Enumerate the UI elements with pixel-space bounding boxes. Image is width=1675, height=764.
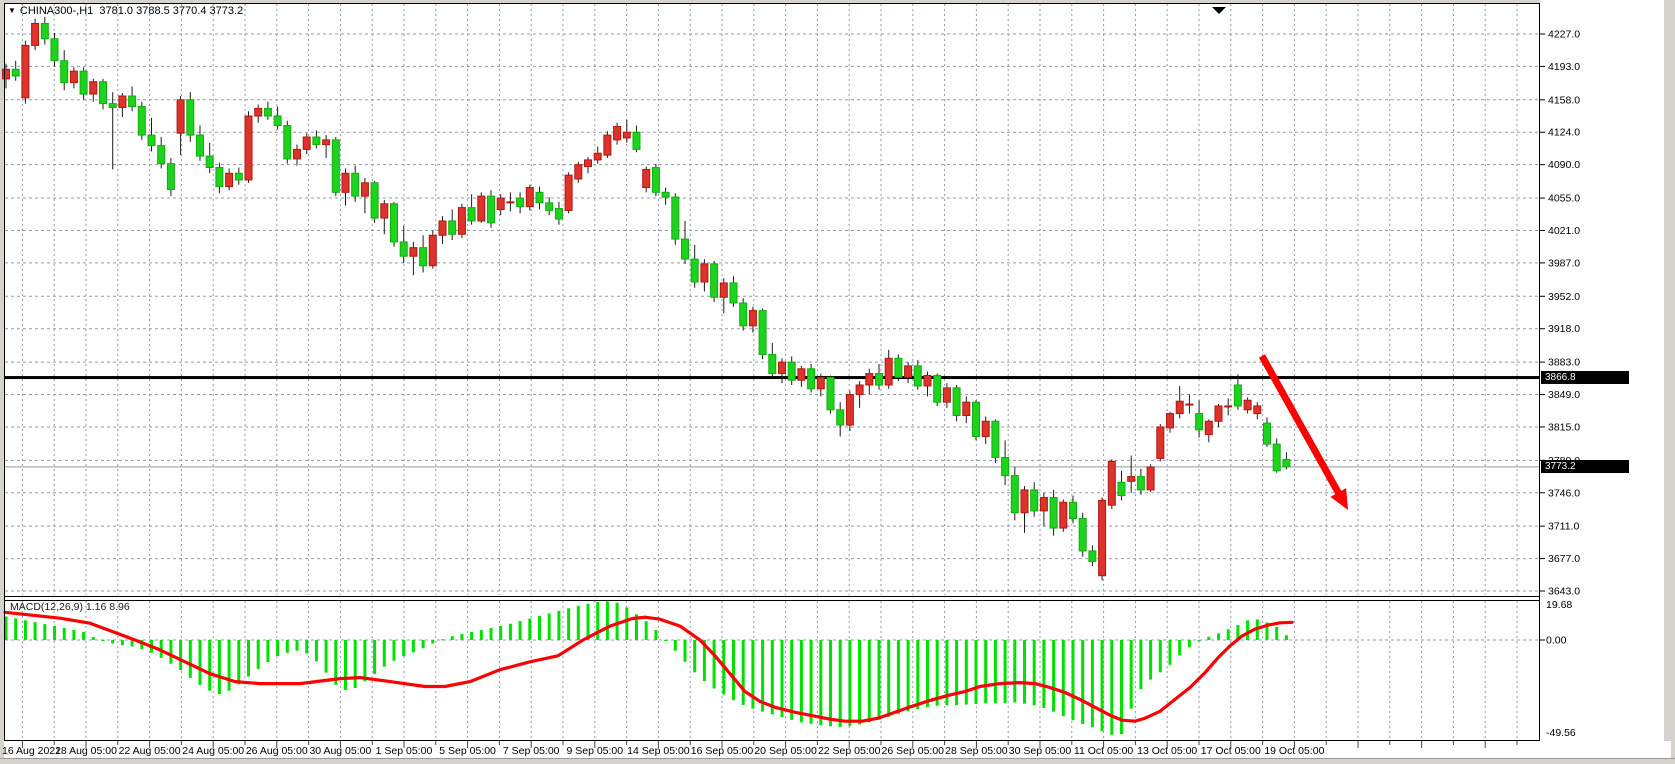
svg-text:5 Sep 05:00: 5 Sep 05:00 [439, 745, 496, 757]
svg-text:3711.0: 3711.0 [1548, 521, 1579, 533]
svg-text:20 Sep 05:00: 20 Sep 05:00 [754, 745, 817, 757]
svg-text:19.68: 19.68 [1546, 599, 1572, 611]
svg-text:3918.0: 3918.0 [1548, 323, 1580, 335]
svg-text:3987.0: 3987.0 [1548, 257, 1580, 269]
svg-text:14 Sep 05:00: 14 Sep 05:00 [627, 745, 690, 757]
svg-text:18 Aug 05:00: 18 Aug 05:00 [55, 745, 117, 757]
svg-text:19 Oct 05:00: 19 Oct 05:00 [1264, 745, 1324, 757]
svg-text:1 Sep 05:00: 1 Sep 05:00 [376, 745, 433, 757]
svg-text:13 Oct 05:00: 13 Oct 05:00 [1137, 745, 1197, 757]
svg-text:26 Aug 05:00: 26 Aug 05:00 [246, 745, 308, 757]
resistance-price-badge: 3866.8 [1541, 371, 1629, 384]
svg-text:3746.0: 3746.0 [1548, 487, 1580, 499]
svg-text:30 Sep 05:00: 30 Sep 05:00 [1009, 745, 1072, 757]
svg-text:4158.0: 4158.0 [1548, 94, 1580, 106]
svg-text:3883.0: 3883.0 [1548, 357, 1580, 369]
bid-price-badge: 3773.2 [1541, 460, 1629, 473]
svg-text:11 Oct 05:00: 11 Oct 05:00 [1074, 745, 1134, 757]
svg-text:0.00: 0.00 [1546, 635, 1567, 647]
macd-values-label: 1.16 8.96 [86, 601, 130, 613]
svg-text:3677.0: 3677.0 [1548, 553, 1580, 565]
svg-text:16 Sep 05:00: 16 Sep 05:00 [691, 745, 754, 757]
svg-text:16 Aug 2022: 16 Aug 2022 [2, 745, 61, 757]
svg-text:4124.0: 4124.0 [1548, 127, 1580, 139]
svg-text:4021.0: 4021.0 [1548, 225, 1580, 237]
svg-text:-49.56: -49.56 [1546, 727, 1576, 739]
svg-text:3952.0: 3952.0 [1548, 291, 1580, 303]
svg-text:9 Sep 05:00: 9 Sep 05:00 [566, 745, 623, 757]
svg-text:4227.0: 4227.0 [1548, 29, 1580, 41]
svg-text:22 Sep 05:00: 22 Sep 05:00 [818, 745, 881, 757]
svg-text:7 Sep 05:00: 7 Sep 05:00 [503, 745, 560, 757]
svg-text:3849.0: 3849.0 [1548, 389, 1580, 401]
macd-indicator-label: MACD(12,26,9) 1.16 8.96 [10, 601, 130, 613]
svg-text:3815.0: 3815.0 [1548, 421, 1580, 433]
svg-text:28 Sep 05:00: 28 Sep 05:00 [945, 745, 1008, 757]
svg-text:26 Sep 05:00: 26 Sep 05:00 [882, 745, 945, 757]
chart-canvas: 4227.0 4193.0 4158.0 4124.0 4090.0 4055.0 4021… [0, 0, 1675, 764]
svg-text:22 Aug 05:00: 22 Aug 05:00 [119, 745, 181, 757]
macd-name-label: MACD(12,26,9) [10, 601, 83, 613]
symbol-period-label: CHINA300-,H1 [20, 5, 93, 17]
ohlc-values-label: 3781.0 3788.5 3770.4 3773.2 [99, 5, 243, 17]
svg-text:17 Oct 05:00: 17 Oct 05:00 [1201, 745, 1261, 757]
svg-text:4193.0: 4193.0 [1548, 61, 1580, 73]
svg-text:24 Aug 05:00: 24 Aug 05:00 [182, 745, 244, 757]
svg-text:30 Aug 05:00: 30 Aug 05:00 [309, 745, 371, 757]
chart-title: ▼ CHINA300-,H1 3781.0 3788.5 3770.4 3773.… [8, 5, 243, 17]
svg-text:4090.0: 4090.0 [1548, 159, 1580, 171]
trading-chart-window: 4227.0 4193.0 4158.0 4124.0 4090.0 4055.0 4021… [0, 0, 1675, 764]
svg-text:4055.0: 4055.0 [1548, 193, 1580, 205]
symbol-dropdown-icon[interactable]: ▼ [8, 6, 16, 15]
svg-text:3643.0: 3643.0 [1548, 586, 1580, 598]
